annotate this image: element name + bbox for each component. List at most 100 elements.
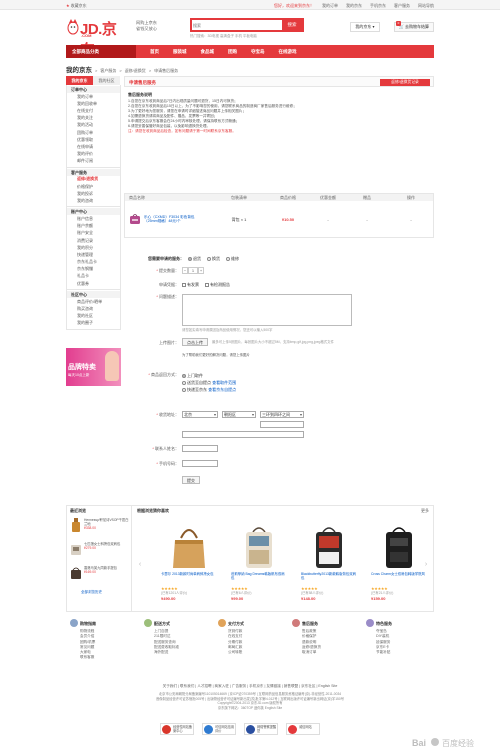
submit-button[interactable]: 提交 (182, 476, 200, 484)
sidebar-item[interactable]: 我的积分 (67, 244, 120, 251)
sidebar-item[interactable]: 我的评价 (67, 150, 120, 157)
all-categories-button[interactable]: 全部商品分类 (66, 45, 136, 58)
sidebar-item[interactable]: 返修/退换货 (67, 176, 120, 183)
trust-badge[interactable]: 经营性网站备案中心 (160, 723, 194, 735)
checkbox-report[interactable]: 有检测报告 (205, 282, 230, 287)
sidebar-item[interactable]: 快递管理 (67, 251, 120, 258)
product-name[interactable]: 卡瑟尔 2013新款时尚单肩斜挎女包 (161, 572, 217, 576)
product-card[interactable]: 卡瑟尔 2013新款时尚单肩斜挎女包 ★★★★★ (已有1201人评价) ¥49… (161, 518, 217, 608)
top-link-myjd[interactable]: 我的京东 (346, 3, 362, 8)
radio-selfpickup[interactable]: 送货至自提点 查看取件范围 (182, 379, 236, 386)
sidebar-item[interactable]: 我的订单 (67, 93, 120, 100)
more-link[interactable]: 更多 (421, 506, 429, 515)
phone-input[interactable] (182, 460, 218, 467)
sidebar-item[interactable]: 我的咨询 (67, 197, 120, 204)
sidebar-item[interactable]: 我的回收单 (67, 100, 120, 107)
product-card[interactable]: 芭莉菲纳 Bag Dreams韩版帆布双肩包 ★★★★★ (已有6人评价) ¥9… (231, 518, 287, 608)
list-item[interactable]: 香港马英九同款手提包 ¥169.00 (70, 566, 130, 580)
sidebar-item[interactable]: 消费记录 (67, 237, 120, 244)
city-select[interactable]: 朝阳区 (222, 411, 256, 418)
sidebar-item[interactable]: 京东礼品卡 (67, 258, 120, 265)
cart-button[interactable]: 0 🛒 去购物车结算 (394, 21, 434, 32)
qty-increase-button[interactable]: + (198, 267, 204, 274)
sidebar-item[interactable]: 价格保护 (67, 183, 120, 190)
return-records-button[interactable]: 返修/退换货记录 (380, 79, 430, 86)
search-input[interactable] (193, 21, 281, 29)
sidebar-item[interactable]: 邮件订阅 (67, 158, 120, 165)
page-title[interactable]: 我的京东 (66, 64, 92, 74)
sidebar-item[interactable]: 在线支付 (67, 107, 120, 114)
nav-item-groupbuy[interactable]: 团购 (228, 45, 237, 58)
sidebar-item[interactable]: 我的社区 (67, 312, 120, 319)
list-item[interactable]: 七匹狼女士斜挎包双肩包 ¥279.00 (70, 542, 130, 556)
sidebar-item[interactable]: 京东钢镚 (67, 266, 120, 273)
pickup-range-link[interactable]: 查看取件范围 (212, 380, 236, 385)
top-link-sitenav[interactable]: 网站导航 (418, 3, 434, 8)
sidebar-item[interactable]: 账户余额 (67, 223, 120, 230)
brand-sale-banner[interactable]: 品牌特卖 每天10点上新 (66, 348, 121, 386)
review-count[interactable]: (已有58人评价) (301, 591, 323, 595)
trust-badge[interactable]: 可信网站信用评价 (202, 723, 236, 735)
review-count[interactable]: (已有6人评价) (231, 591, 252, 595)
upload-button[interactable]: 点击上传 (182, 338, 208, 346)
breadcrumb-item[interactable]: 客户服务 (100, 68, 116, 73)
radio-pickup[interactable]: 上门取件 (182, 372, 236, 379)
product-name[interactable]: 芭莉菲纳 Bag Dreams韩版帆布双肩包 (231, 572, 287, 581)
sidebar-item[interactable]: 账户安全 (67, 230, 120, 237)
breadcrumb-item[interactable]: 返修/退换货 (125, 68, 146, 73)
nav-item-games[interactable]: 在线游戏 (279, 45, 297, 58)
footer-link[interactable]: 取消订单 (292, 650, 362, 655)
footer-link[interactable]: 海外配送 (144, 650, 214, 655)
search-button[interactable]: 搜索 (282, 20, 302, 30)
product-name[interactable]: Blackbutterfly2013新款韩版背包双肩包 (301, 572, 357, 581)
district-select[interactable]: 三环到四环之间 (260, 411, 304, 418)
jd-logo[interactable]: JD.京东 .COM (66, 16, 128, 59)
top-link-mobile[interactable]: 手机京东 (370, 3, 386, 8)
review-count[interactable]: (已有21人评价) (371, 591, 393, 595)
hot-keywords[interactable]: 热门搜索：3D电视 高清盒子 手机 平板电脑 (190, 34, 257, 38)
review-count[interactable]: (已有1201人评价) (161, 591, 187, 595)
address-detail-input[interactable] (182, 431, 304, 438)
footer-link[interactable]: 联系客服 (70, 655, 140, 660)
province-select[interactable]: 北京 (182, 411, 218, 418)
sidebar-item[interactable]: 商品评价/晒单 (67, 298, 120, 305)
sidebar-item[interactable]: 优惠领取 (67, 136, 120, 143)
sidebar-item[interactable]: 在线申请 (67, 143, 120, 150)
sidebar-item[interactable]: 团购订单 (67, 129, 120, 136)
sidebar-item[interactable]: 账户信息 (67, 215, 120, 222)
browse-history-link[interactable]: 全部浏览历史 (81, 590, 102, 594)
contact-name-input[interactable] (182, 445, 218, 452)
favorite-link[interactable]: ★收藏京东 (66, 3, 87, 8)
footer-links[interactable]: 关于我们 | 联系我们 | 人才招聘 | 商家入驻 | 广告服务 | 手机京东 … (66, 684, 434, 688)
trust-badge[interactable]: 网络警察提醒您 (244, 723, 278, 735)
product-name[interactable]: Cross Charm女士双肩包韩版学院风 (371, 572, 427, 576)
radio-repair[interactable]: 维修 (226, 256, 239, 261)
nav-item-home[interactable]: 首页 (150, 45, 159, 58)
radio-express[interactable]: 快递至京东 查看京东自提点 (182, 386, 236, 393)
nav-item-clothing[interactable]: 服装城 (173, 45, 187, 58)
selfpickup-point-link[interactable]: 查看京东自提点 (208, 387, 236, 392)
list-item[interactable]: Hennessy/轩尼诗VSOP干邑白兰地 ¥338.00 (70, 518, 130, 532)
radio-return[interactable]: 退货 (188, 256, 201, 261)
tab-community[interactable]: 我的社区 (93, 76, 120, 85)
footer-link[interactable]: 节能补贴 (366, 650, 436, 655)
trust-badge[interactable]: 诚信网站 (286, 723, 320, 735)
radio-exchange[interactable]: 换货 (207, 256, 220, 261)
product-thumbnail[interactable] (129, 213, 141, 225)
top-link-service[interactable]: 客户服务 (394, 3, 410, 8)
nav-item-food[interactable]: 食品城 (201, 45, 215, 58)
sidebar-item[interactable]: 我的活动 (67, 122, 120, 129)
product-card[interactable]: Blackbutterfly2013新款韩版背包双肩包 ★★★★★ (已有58人… (301, 518, 357, 608)
sidebar-item[interactable]: 购买咨询 (67, 305, 120, 312)
nav-item-auction[interactable]: 夺宝岛 (251, 45, 265, 58)
sidebar-item[interactable]: 我的关注 (67, 115, 120, 122)
problem-description-textarea[interactable] (182, 294, 352, 326)
sidebar-item[interactable]: 我的投诉 (67, 190, 120, 197)
street-select[interactable] (260, 421, 304, 428)
tab-myjd[interactable]: 我的京东 (66, 76, 93, 85)
product-card[interactable]: Cross Charm女士双肩包韩版学院风 ★★★★★ (已有21人评价) ¥1… (371, 518, 427, 608)
qty-value[interactable]: 1 (188, 267, 198, 274)
product-name-link[interactable]: 乐心（CXMD）F3034 彩色背包（25mm规格）48元/个 (144, 215, 199, 224)
footer-link[interactable]: 公司转账 (218, 650, 288, 655)
sidebar-item[interactable]: 我的圈子 (67, 320, 120, 327)
